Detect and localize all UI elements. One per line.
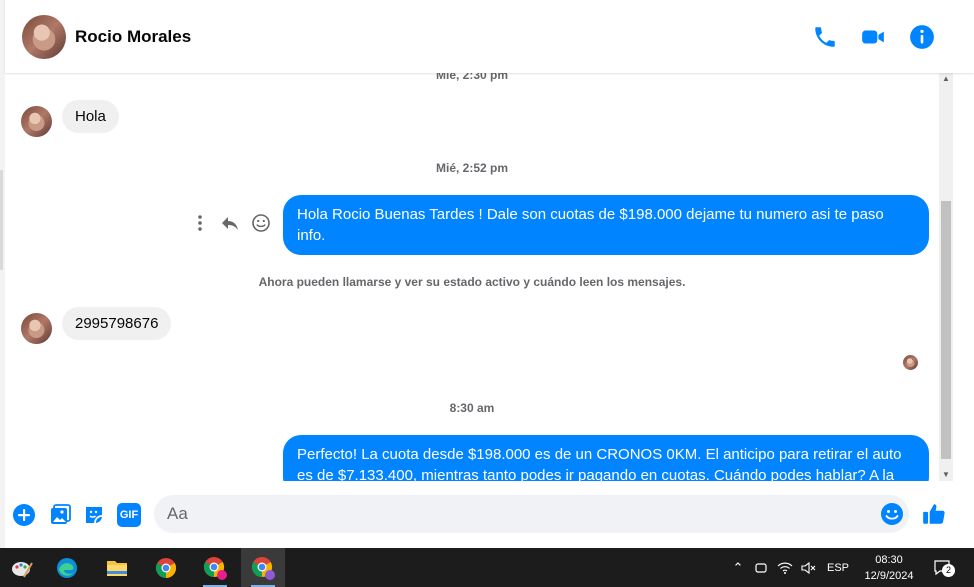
paint-icon[interactable] — [0, 548, 44, 587]
scroll-down-arrow[interactable]: ▼ — [939, 469, 953, 481]
outgoing-message[interactable]: Perfecto! La cuota desde $198.000 es de … — [283, 435, 929, 481]
incoming-message[interactable]: 2995798676 — [62, 307, 172, 340]
sender-avatar — [21, 106, 52, 137]
reply-icon[interactable] — [220, 213, 240, 233]
meet-now-icon[interactable] — [752, 548, 770, 587]
notification-count: 2 — [942, 564, 955, 577]
react-emoji-icon[interactable] — [251, 213, 271, 233]
scrollbar-thumb[interactable] — [941, 201, 951, 459]
gif-icon[interactable]: GIF — [117, 503, 141, 527]
chrome-profile-icon[interactable] — [193, 548, 237, 587]
sender-avatar — [21, 313, 52, 344]
read-receipt-avatar — [903, 355, 918, 370]
edge-icon[interactable] — [45, 548, 89, 587]
chrome-icon[interactable] — [144, 548, 188, 587]
timestamp: Mié, 2:30 pm — [435, 73, 509, 82]
emoji-icon[interactable] — [880, 502, 904, 526]
window-edge — [0, 170, 3, 270]
sticker-icon[interactable] — [82, 503, 106, 527]
timestamp: Mié, 2:52 pm — [435, 161, 509, 175]
outgoing-message[interactable]: Hola Rocio Buenas Tardes ! Dale son cuot… — [283, 195, 929, 255]
chat-header: Rocio Morales — [5, 0, 974, 73]
scrollbar[interactable]: ▲ ▼ — [939, 73, 953, 481]
contact-avatar[interactable] — [22, 15, 66, 59]
gallery-icon[interactable] — [48, 503, 72, 527]
incoming-message[interactable]: Hola — [62, 100, 119, 133]
message-input[interactable] — [154, 495, 854, 533]
chevron-up-icon[interactable]: ⌃ — [728, 548, 748, 587]
message-composer: GIF — [5, 481, 974, 548]
add-icon[interactable] — [12, 503, 36, 527]
volume-muted-icon[interactable] — [798, 548, 818, 587]
connection-notice: Ahora pueden llamarse y ver su estado ac… — [258, 275, 686, 289]
timestamp: 8:30 am — [449, 401, 495, 415]
like-icon[interactable] — [921, 501, 947, 527]
message-list[interactable]: Mié, 2:30 pm Hola Mié, 2:52 pm Hola Roci… — [5, 73, 939, 481]
system-clock[interactable]: 08:30 12/9/2024 — [855, 552, 923, 584]
chat-panel: Rocio Morales Mié, 2:30 pm Hola Mié, 2:5… — [5, 0, 974, 548]
contact-name[interactable]: Rocio Morales — [75, 27, 191, 47]
clock-time: 08:30 — [875, 554, 903, 566]
phone-icon[interactable] — [812, 24, 838, 50]
video-call-icon[interactable] — [860, 24, 886, 50]
scroll-up-arrow[interactable]: ▲ — [939, 73, 953, 85]
message-input-container — [154, 495, 909, 533]
more-options-icon[interactable] — [190, 213, 210, 233]
notification-center-icon[interactable]: 2 — [930, 548, 956, 587]
windows-taskbar: ⌃ ESP 08:30 12/9/2024 2 — [0, 548, 974, 587]
info-icon[interactable] — [909, 24, 935, 50]
wifi-icon[interactable] — [776, 548, 794, 587]
language-indicator[interactable]: ESP — [824, 548, 852, 587]
messenger-window: Rocio Morales Mié, 2:30 pm Hola Mié, 2:5… — [0, 0, 974, 548]
clock-date: 12/9/2024 — [864, 570, 914, 582]
chrome-active-icon[interactable] — [241, 548, 285, 587]
file-explorer-icon[interactable] — [95, 548, 139, 587]
